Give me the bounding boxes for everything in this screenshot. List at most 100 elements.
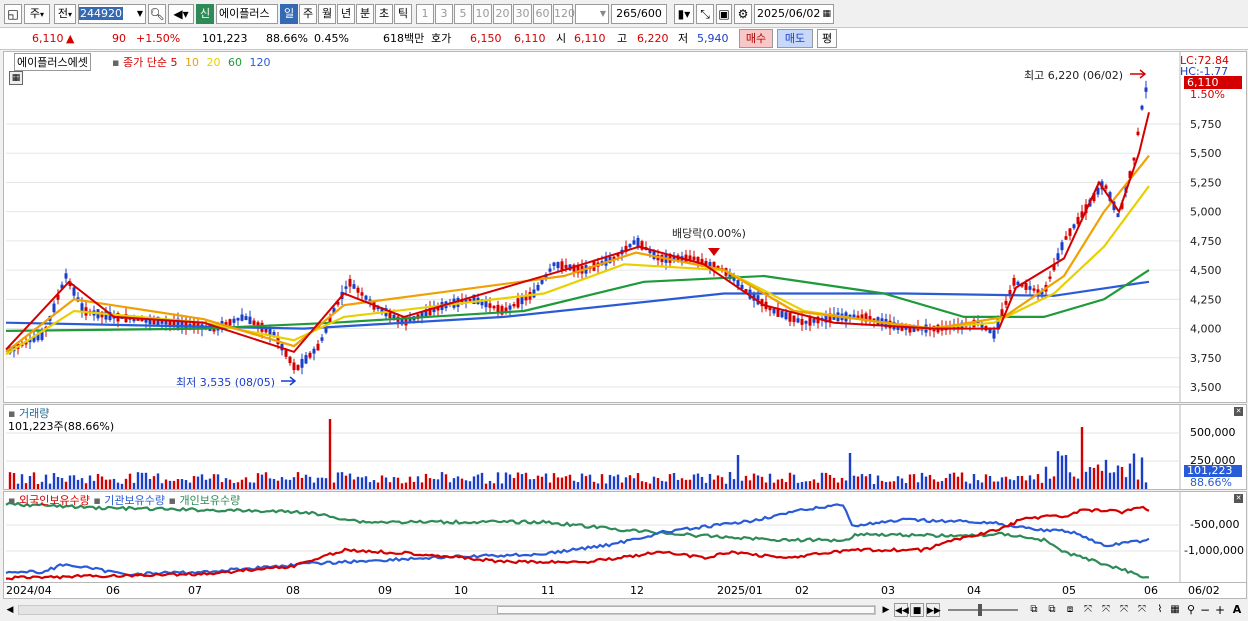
date-input[interactable]: 2025/06/02 ▦ <box>754 4 834 24</box>
candle-body <box>488 303 492 308</box>
volume-bar <box>884 482 888 489</box>
volume-bar <box>608 474 612 489</box>
volume-bar <box>968 483 972 489</box>
volume-bar <box>936 481 940 489</box>
measure-icon[interactable]: ⤧ <box>1098 603 1114 617</box>
chart-type-icon[interactable]: ▮▾ <box>674 4 694 24</box>
scroll-left-icon[interactable]: ◀ <box>4 603 16 617</box>
period-month-tab[interactable]: 월 <box>318 4 336 24</box>
volume-bar <box>792 474 796 489</box>
sell-button[interactable]: 매도 <box>777 29 813 48</box>
volume-bar <box>112 478 116 489</box>
candle-body <box>552 262 556 267</box>
candle-body <box>1016 281 1020 285</box>
volume-ytick-500k: 500,000 <box>1190 426 1236 439</box>
play-icon[interactable]: ▶▶ <box>926 603 941 617</box>
custom-interval-select[interactable]: ▼ <box>575 4 609 24</box>
price-chart[interactable]: 5,750 5,500 5,250 5,000 4,750 4,500 4,250 4,000… <box>4 52 1246 402</box>
rewind-icon[interactable]: ◀◀ <box>894 603 909 617</box>
volume-bar <box>244 477 248 489</box>
magnifier-icon[interactable]: ⚲ <box>1184 603 1198 617</box>
scroll-right-icon[interactable]: ▶ <box>880 603 892 617</box>
volume-bar <box>528 479 532 489</box>
compare-icon[interactable]: ⧈ <box>1062 603 1078 617</box>
buy-button[interactable]: 매수 <box>739 29 773 48</box>
volume-bar <box>584 476 588 489</box>
candle-body <box>800 319 804 325</box>
zoom-slider[interactable] <box>948 609 1018 611</box>
low-price: 5,940 <box>697 32 729 45</box>
holdings-chart-pane: ▪ 외국인보유수량 ▪ 기관보유수량 ▪ 개인보유수량 -500,000 -1,… <box>3 491 1247 583</box>
volume-bar <box>348 473 352 489</box>
pane-close-icon[interactable]: ✕ <box>1234 407 1243 416</box>
type-select[interactable]: 주▾ <box>24 4 50 24</box>
period-year-tab[interactable]: 년 <box>337 4 355 24</box>
legend-ma-60: 60 <box>227 56 242 69</box>
interval-10[interactable]: 10 <box>473 4 492 24</box>
zoom-out-icon[interactable]: − <box>1200 603 1210 617</box>
bar-count-input[interactable]: 265/600 <box>611 4 667 24</box>
interval-5[interactable]: 5 <box>454 4 472 24</box>
auto-scale-icon[interactable]: A <box>1230 603 1244 617</box>
zoom-slider-handle[interactable] <box>978 604 982 616</box>
period-second-tab[interactable]: 초 <box>375 4 393 24</box>
x-label-09: 09 <box>378 584 392 597</box>
period-week-tab[interactable]: 주 <box>299 4 317 24</box>
zoom-in-icon[interactable]: + <box>1214 603 1226 617</box>
period-tick-tab[interactable]: 틱 <box>394 4 412 24</box>
stock-name-field[interactable]: 에이플러스 <box>216 4 278 24</box>
interval-20[interactable]: 20 <box>493 4 512 24</box>
legend-ma[interactable]: ▪ 종가 단순 5 10 20 60 120 <box>112 54 270 70</box>
crosshair-icon[interactable]: ⤧ <box>1080 603 1096 617</box>
pane-close-icon[interactable]: ✕ <box>1234 494 1243 503</box>
gear-icon[interactable]: ⚙ <box>734 4 752 24</box>
code-input[interactable]: 244920 ▼ <box>78 4 146 24</box>
high-annotation: 최고 6,220 (06/02) <box>1024 69 1124 82</box>
volume-bar <box>728 472 732 489</box>
horizontal-scrollbar[interactable] <box>18 605 876 615</box>
interval-3[interactable]: 3 <box>435 4 453 24</box>
volume-bar <box>880 480 884 489</box>
prefix-select[interactable]: 전▾ <box>54 4 76 24</box>
interval-30[interactable]: 30 <box>513 4 532 24</box>
interval-60[interactable]: 60 <box>533 4 552 24</box>
legend-stock-name[interactable]: 에이플러스에셋 <box>14 53 91 71</box>
interval-1[interactable]: 1 <box>416 4 434 24</box>
volume-bar <box>1028 475 1032 489</box>
volume-bar <box>120 483 124 489</box>
table-toggle-icon[interactable]: ▦ <box>9 71 23 85</box>
search-icon[interactable]: 🔍︎ <box>148 4 166 24</box>
save-icon[interactable]: ▣ <box>716 4 732 24</box>
legend-ma-label: 종가 단순 <box>122 56 167 69</box>
ruler-icon[interactable]: ⌇ <box>1152 603 1168 617</box>
volume-bar <box>808 481 812 489</box>
volume-bar <box>372 480 376 489</box>
avg-button[interactable]: 평 <box>817 29 837 48</box>
volume-bar <box>716 475 720 489</box>
split-icon[interactable]: ⧉ <box>1044 603 1060 617</box>
candle-body <box>780 311 784 318</box>
period-minute-tab[interactable]: 분 <box>356 4 374 24</box>
trend-icon[interactable]: ⤧ <box>1116 603 1132 617</box>
period-icon[interactable]: ⤧ <box>1134 603 1150 617</box>
volume-bar <box>424 473 428 489</box>
speaker-icon[interactable]: ◀▾ <box>168 4 194 24</box>
volume-chart[interactable] <box>4 405 1246 489</box>
window-menu-icon[interactable]: ◱ <box>4 4 22 24</box>
volume-bar <box>860 474 864 489</box>
scrollbar-thumb[interactable] <box>497 606 875 614</box>
volume-bar <box>664 481 668 489</box>
interval-120[interactable]: 120 <box>553 4 575 24</box>
grid-icon[interactable]: ▦ <box>1168 603 1182 617</box>
volume-bar <box>68 475 72 489</box>
stop-icon[interactable]: ■ <box>910 603 924 617</box>
legend-ma-20: 20 <box>206 56 221 69</box>
volume-bar <box>548 482 552 489</box>
draw-tool-icon[interactable]: ⤡ <box>696 4 714 24</box>
volume-bar <box>92 480 96 489</box>
volume-bar <box>476 474 480 489</box>
period-day-tab[interactable]: 일 <box>280 4 298 24</box>
volume-bar <box>1052 476 1056 489</box>
volume-bar <box>744 475 748 489</box>
layout-icon[interactable]: ⧉ <box>1026 603 1042 617</box>
